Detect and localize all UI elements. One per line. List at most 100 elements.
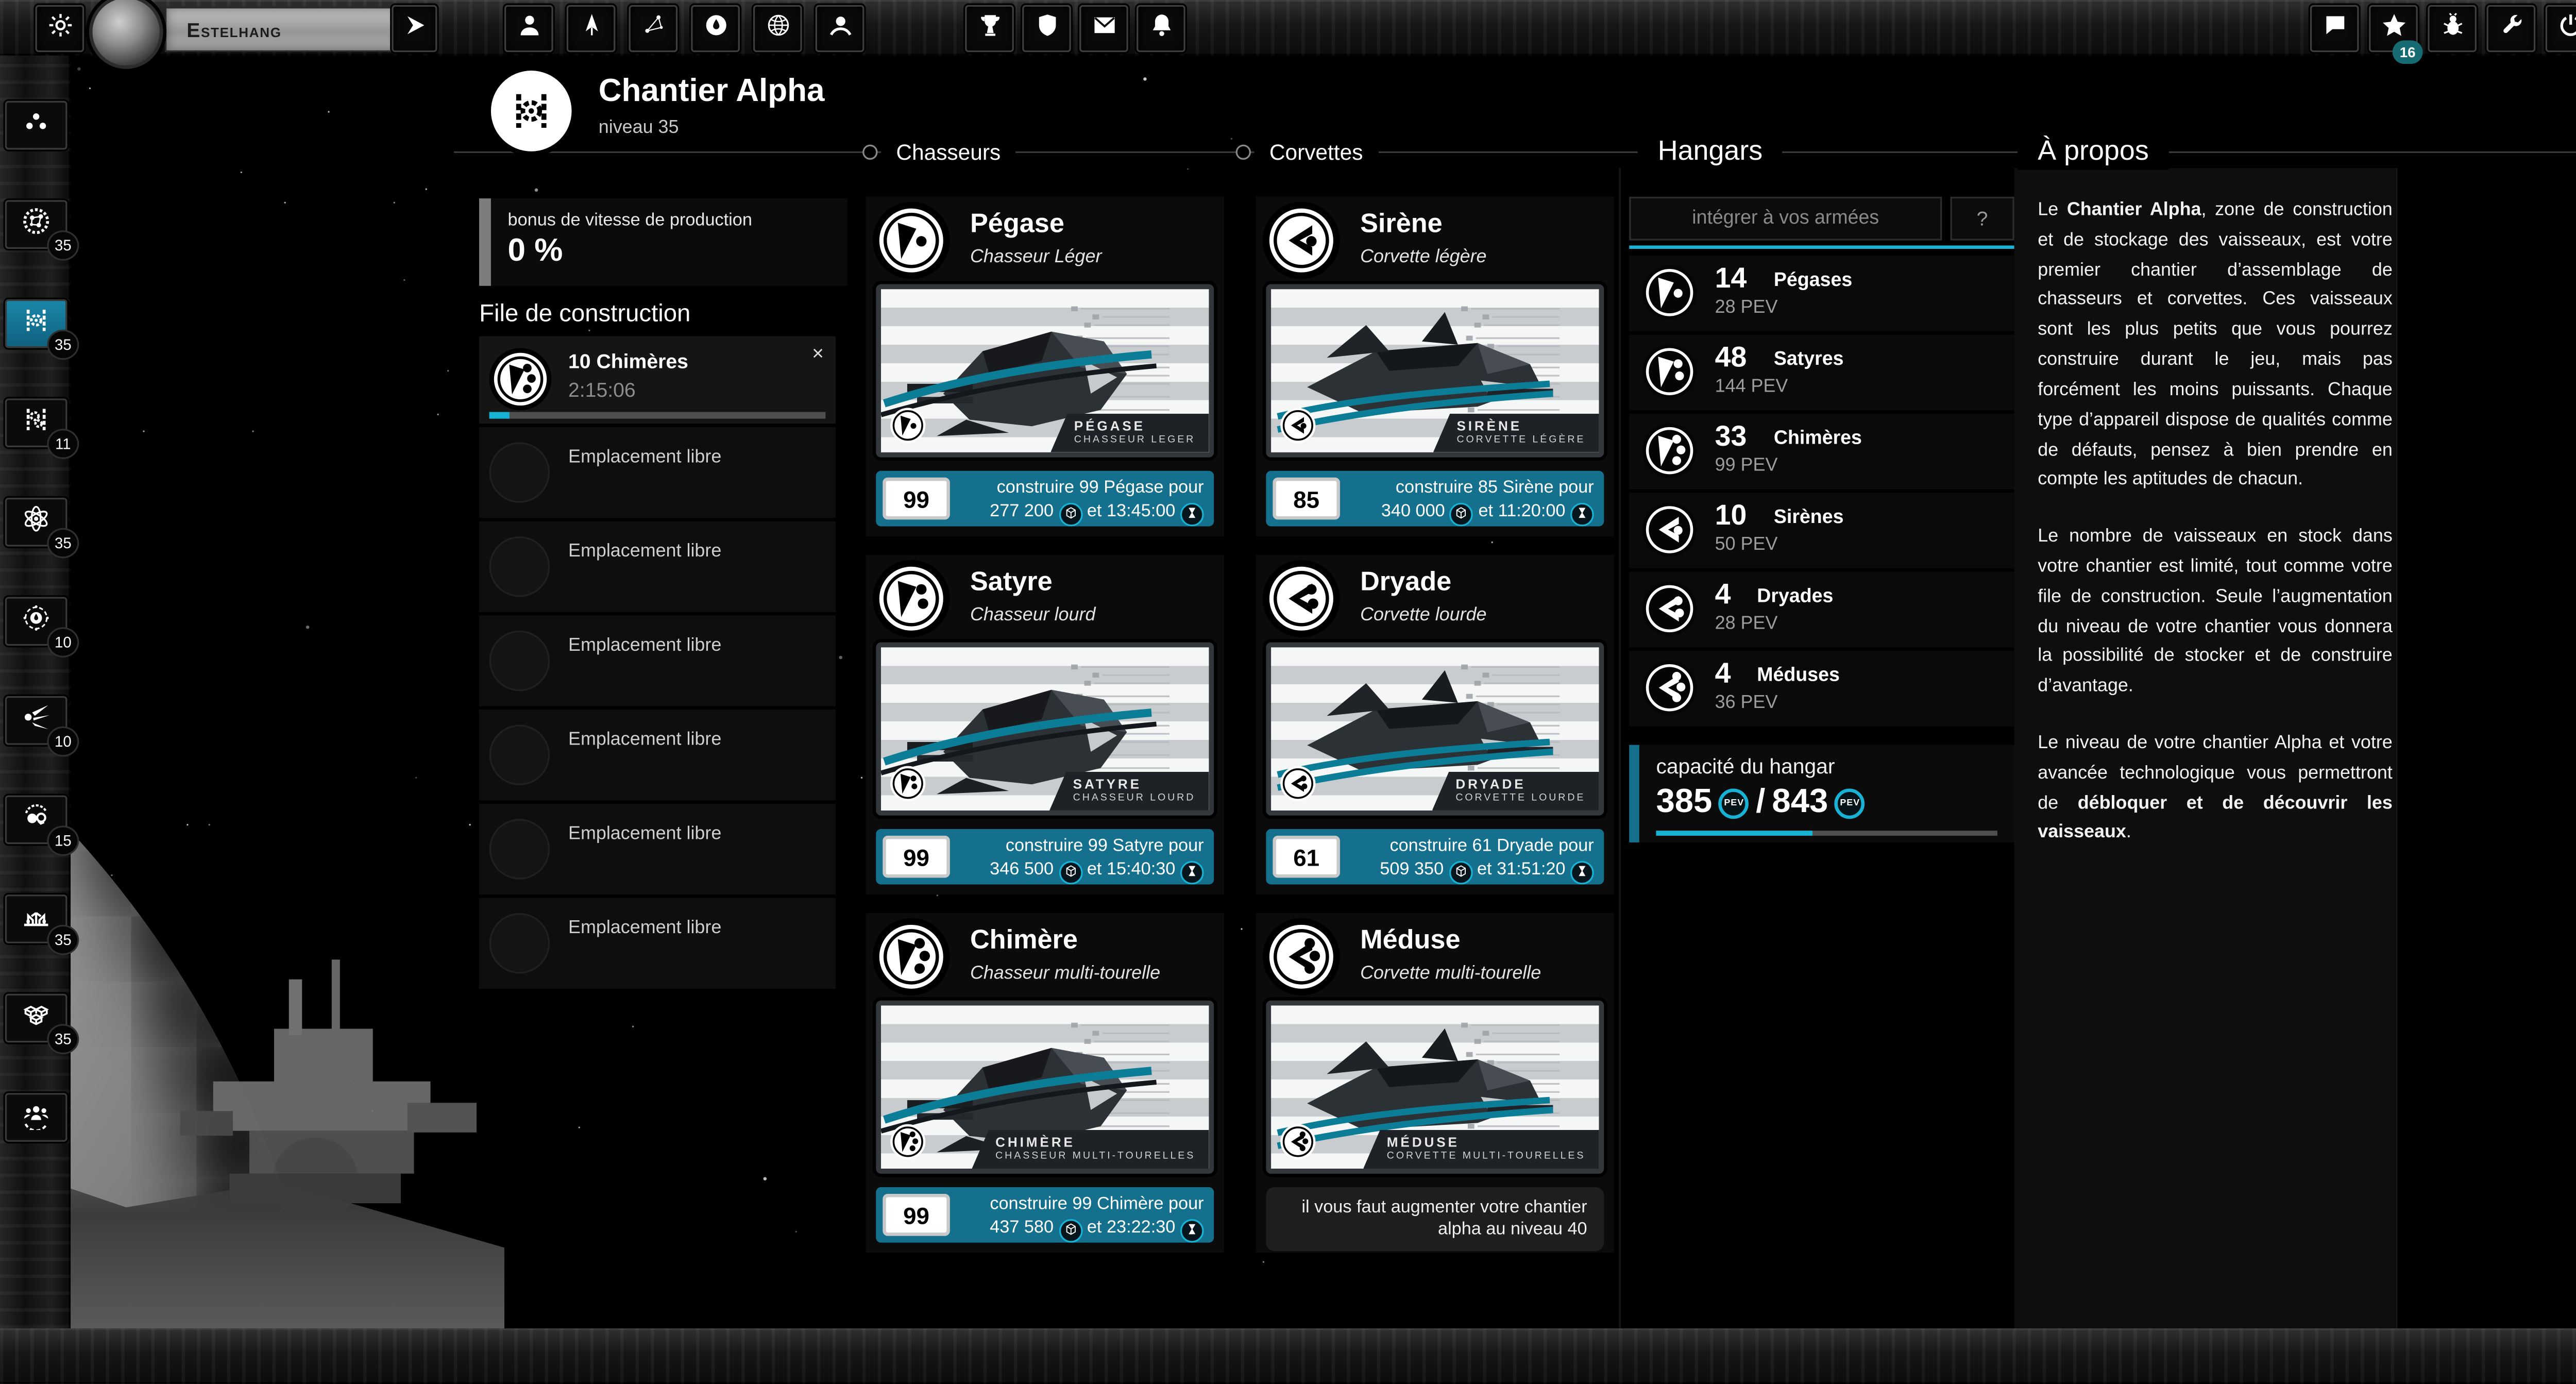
satyre-icon — [889, 765, 926, 802]
sidebar-item-platforms[interactable]: 35 — [5, 994, 67, 1043]
queue-empty-slot: Emplacement libre — [479, 424, 836, 518]
ship-blueprint-image: PÉGASECHASSEUR LEGER — [876, 284, 1214, 458]
ship-label: Satyres — [1774, 350, 1844, 370]
build-button[interactable]: 85 construire 85 Sirène pour 340 000 et … — [1266, 471, 1604, 527]
build-count-input[interactable]: 99 — [883, 836, 950, 878]
sidebar-badge: 35 — [47, 925, 79, 955]
chat-button[interactable] — [2310, 5, 2359, 52]
chimere-icon — [489, 348, 552, 411]
sidebar-item-shipyard-beta[interactable]: 11 — [5, 398, 67, 447]
player-name-plate[interactable]: Estelhang — [165, 7, 410, 52]
ship-name: Méduse — [1360, 926, 1460, 957]
sidebar-item-crew[interactable] — [5, 1093, 67, 1142]
build-button[interactable]: 99 construire 99 Pégase pour 277 200 et … — [876, 471, 1214, 527]
army-integrate-input[interactable] — [1629, 197, 1942, 241]
sidebar-item-overview[interactable] — [5, 101, 67, 150]
sidebar-badge: 35 — [47, 230, 79, 261]
page-subtitle: niveau 35 — [599, 117, 679, 138]
section-a-propos[interactable]: À propos — [2018, 134, 2169, 170]
tools-button[interactable] — [2487, 5, 2536, 52]
left-sidebar: 35 35 11 35 10 10 15 35 35 — [0, 56, 71, 1328]
send-button[interactable] — [392, 5, 437, 52]
sirene-icon — [1263, 202, 1340, 279]
sidebar-item-shipyard-alpha[interactable]: 35 — [5, 299, 67, 348]
build-count-input[interactable]: 85 — [1273, 478, 1340, 520]
about-text: Le Chantier Alpha, zone de construction … — [2038, 197, 2393, 876]
sidebar-item-observatory[interactable]: 10 — [5, 597, 67, 646]
resources-button[interactable] — [691, 5, 740, 52]
build-button[interactable]: 61 construire 61 Dryade pour 509 350 et … — [1266, 829, 1604, 885]
logout-button[interactable] — [2546, 5, 2576, 52]
ship-blueprint-image: DRYADECORVETTE LOURDE — [1266, 643, 1604, 816]
arrow-right-icon — [401, 11, 428, 46]
shield-icon — [1033, 11, 1060, 46]
resource-cube-icon — [1059, 1219, 1082, 1243]
build-count-input[interactable]: 99 — [883, 478, 950, 520]
column-divider — [2396, 168, 2397, 1328]
fleet-button[interactable] — [567, 5, 616, 52]
messages-button[interactable] — [1079, 5, 1128, 52]
blueprint-banner: SATYRECHASSEUR LOURD — [1049, 772, 1209, 811]
chimere-icon — [889, 1123, 926, 1160]
build-count-input[interactable]: 99 — [883, 1194, 950, 1236]
header-rule — [454, 151, 2576, 153]
ship-type: Chasseur Léger — [970, 247, 1101, 267]
profile-icon — [515, 11, 542, 46]
player-name: Estelhang — [187, 18, 281, 41]
hangar-row-sirenes[interactable]: 10 Sirènes 50 PEV — [1629, 493, 2014, 568]
build-count-input[interactable]: 61 — [1273, 836, 1340, 878]
diplomacy-icon — [826, 11, 853, 46]
construction-queue: 10 Chimères 2:15:06 × Emplacement libre … — [479, 336, 836, 989]
section-hangars[interactable]: Hangars — [1638, 134, 1783, 170]
starmap-button[interactable] — [629, 5, 678, 52]
capacity-progress-track — [1656, 831, 1997, 836]
ship-count: 33 — [1715, 420, 1747, 454]
sidebar-item-bridge[interactable]: 35 — [5, 894, 67, 943]
sidebar-badge: 11 — [47, 429, 79, 459]
dots-menu-icon — [20, 105, 52, 145]
build-button[interactable]: 99 construire 99 Chimère pour 437 580 et… — [876, 1187, 1214, 1243]
close-icon[interactable]: × — [812, 341, 824, 365]
favorites-button[interactable]: 16 — [2369, 5, 2418, 52]
blueprint-banner: SIRÈNECORVETTE LÉGÈRE — [1433, 414, 1599, 452]
hangar-row-pegases[interactable]: 14 Pégases 28 PEV — [1629, 256, 2014, 331]
favorites-badge: 16 — [2393, 40, 2423, 64]
meduse-icon — [1263, 918, 1340, 995]
tab-chasseurs[interactable]: Chasseurs — [881, 138, 1016, 166]
capacity-progress-fill — [1656, 831, 1812, 836]
notifications-button[interactable] — [1137, 5, 1185, 52]
bug-icon — [2439, 11, 2466, 46]
settings-button[interactable] — [36, 5, 84, 52]
hangar-row-meduses[interactable]: 4 Méduses 36 PEV — [1629, 651, 2014, 727]
sirene-icon — [1279, 407, 1316, 444]
ship-pev: 36 PEV — [1715, 693, 1778, 713]
tab-node[interactable] — [1236, 145, 1251, 160]
empty-slot-icon — [489, 536, 550, 597]
defense-button[interactable] — [1022, 5, 1071, 52]
profile-button[interactable] — [504, 5, 553, 52]
sidebar-item-research[interactable]: 35 — [5, 498, 67, 547]
sidebar-item-laser[interactable]: 10 — [5, 696, 67, 745]
hangar-row-chimeres[interactable]: 33 Chimères 99 PEV — [1629, 414, 2014, 490]
resource-cube-icon — [1059, 861, 1082, 885]
ship-card-sirene: Sirène Corvette légère SIRÈNECORVETTE LÉ… — [1256, 197, 1614, 536]
ship-label: Chimères — [1774, 429, 1862, 449]
technology-button[interactable] — [753, 5, 802, 52]
hangar-row-satyres[interactable]: 48 Satyres 144 PEV — [1629, 334, 2014, 410]
empty-slot-label: Emplacement libre — [568, 636, 721, 656]
ship-name: Sirène — [1360, 210, 1443, 241]
tab-node[interactable] — [862, 145, 877, 160]
tab-corvettes[interactable]: Corvettes — [1254, 138, 1378, 166]
build-button[interactable]: 99 construire 99 Satyre pour 346 500 et … — [876, 829, 1214, 885]
diplomacy-button[interactable] — [816, 5, 865, 52]
help-button[interactable]: ? — [1951, 197, 2014, 241]
sidebar-item-recycling[interactable]: 15 — [5, 796, 67, 845]
bug-report-button[interactable] — [2428, 5, 2477, 52]
sidebar-item-gear-network[interactable]: 35 — [5, 200, 67, 249]
bonus-value: 0 % — [508, 234, 848, 271]
achievements-button[interactable] — [965, 5, 1014, 52]
blueprint-banner: MÉDUSECORVETTE MULTI-TOURELLES — [1363, 1130, 1599, 1169]
hangar-row-dryades[interactable]: 4 Dryades 28 PEV — [1629, 572, 2014, 648]
build-label: construire 85 Sirène pour 340 000 et 11:… — [1381, 476, 1594, 527]
empty-slot-icon — [489, 819, 550, 879]
